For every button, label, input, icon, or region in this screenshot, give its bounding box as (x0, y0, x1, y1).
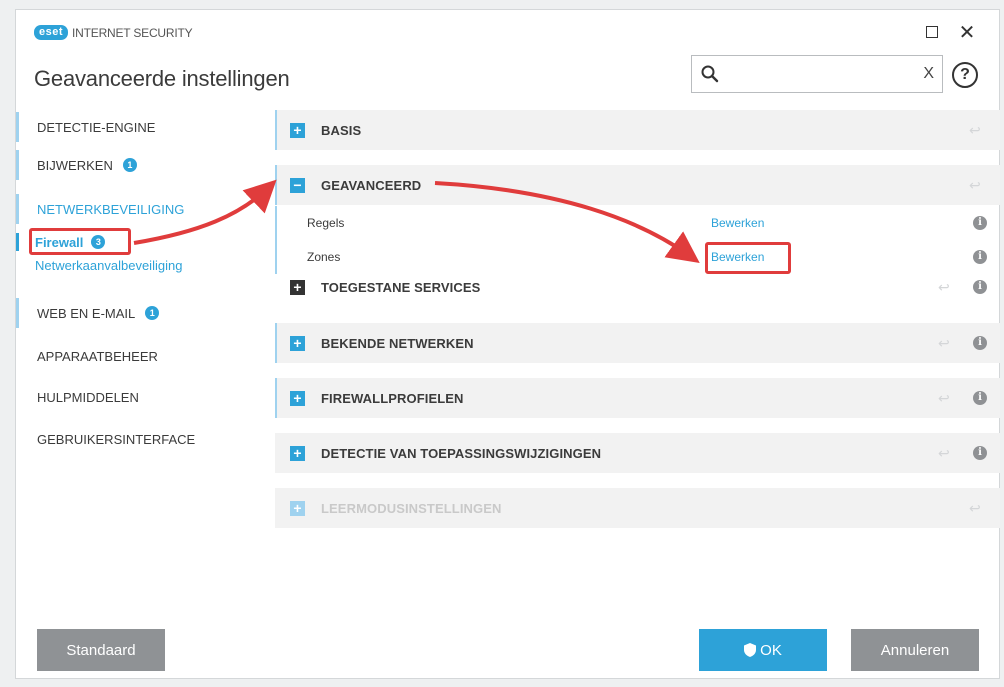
revert-icon[interactable]: ↩ (969, 178, 983, 192)
section-title: BASIS (321, 122, 362, 138)
settings-window: eset INTERNET SECURITY ✕ Geavanceerde in… (15, 9, 1000, 679)
expand-icon: + (290, 500, 305, 516)
search-box[interactable]: X (691, 55, 943, 93)
ok-button[interactable]: OK (699, 629, 827, 671)
sidebar-item-hulpmiddelen[interactable]: HULPMIDDELEN (16, 382, 274, 412)
search-icon (701, 65, 719, 83)
maximize-button[interactable] (920, 20, 944, 44)
expand-icon[interactable]: + (290, 279, 305, 295)
sidebar-item-label: GEBRUIKERSINTERFACE (37, 431, 196, 447)
title-bar: eset INTERNET SECURITY ✕ (16, 10, 999, 54)
sidebar-item-web-en-email[interactable]: WEB EN E-MAIL 1 (16, 298, 274, 328)
annotation-highlight-firewall (29, 228, 131, 255)
revert-icon[interactable]: ↩ (938, 336, 952, 350)
default-button[interactable]: Standaard (37, 629, 165, 671)
settings-content: + BASIS ↩ − GEAVANCEERD ↩ Regels Bewerke… (275, 108, 1001, 528)
sidebar-item-label: HULPMIDDELEN (37, 389, 139, 405)
info-icon[interactable]: i (973, 336, 987, 350)
section-leermodusinstellingen: + LEERMODUSINSTELLINGEN ↩ (275, 488, 1000, 528)
revert-icon[interactable]: ↩ (938, 280, 952, 294)
section-detectie-toepassingswijzigingen[interactable]: + DETECTIE VAN TOEPASSINGSWIJZIGINGEN ↩ … (275, 433, 1000, 473)
info-icon[interactable]: i (973, 446, 987, 460)
revert-icon[interactable]: ↩ (938, 446, 952, 460)
sidebar-item-label: APPARAATBEHEER (37, 348, 158, 364)
sidebar-item-bijwerken[interactable]: BIJWERKEN 1 (16, 150, 274, 180)
close-button[interactable]: ✕ (955, 20, 979, 44)
sidebar-item-label: BIJWERKEN (37, 157, 113, 173)
search-input[interactable] (728, 62, 912, 88)
section-title: GEAVANCEERD (321, 177, 422, 193)
sidebar-item-detectie-engine[interactable]: DETECTIE-ENGINE (16, 112, 274, 142)
logo-badge: eset (34, 25, 69, 40)
edit-link[interactable]: Bewerken (711, 216, 764, 230)
section-title: TOEGESTANE SERVICES (321, 279, 481, 295)
notification-badge: 1 (122, 158, 137, 172)
sidebar-item-netwerkbeveiliging[interactable]: NETWERKBEVEILIGING (16, 194, 274, 224)
section-firewallprofielen[interactable]: + FIREWALLPROFIELEN ↩ i (275, 378, 1000, 418)
setting-row-regels: Regels Bewerken i (275, 206, 1000, 240)
section-title: BEKENDE NETWERKEN (321, 335, 474, 351)
sidebar-item-label: DETECTIE-ENGINE (37, 119, 156, 135)
sidebar-item-label: NETWERKBEVEILIGING (37, 201, 185, 217)
ok-label: OK (760, 641, 782, 659)
expand-icon[interactable]: + (290, 445, 305, 461)
sidebar-item-label: WEB EN E-MAIL (37, 305, 136, 321)
setting-label: Regels (307, 216, 345, 230)
maximize-icon (926, 26, 938, 38)
info-icon[interactable]: i (973, 391, 987, 405)
info-icon[interactable]: i (973, 280, 987, 294)
eset-logo: eset INTERNET SECURITY (34, 25, 193, 40)
sidebar-item-apparaatbeheer[interactable]: APPARAATBEHEER (16, 341, 274, 371)
section-bekende-netwerken[interactable]: + BEKENDE NETWERKEN ↩ i (275, 323, 1000, 363)
shield-icon (744, 643, 757, 657)
revert-icon[interactable]: ↩ (969, 123, 983, 137)
sidebar-item-gebruikersinterface[interactable]: GEBRUIKERSINTERFACE (16, 424, 274, 454)
sidebar-subitem-netwerkaanvalbeveiliging[interactable]: Netwerkaanvalbeveiliging (35, 258, 182, 273)
expand-icon[interactable]: + (290, 390, 305, 406)
section-geavanceerd[interactable]: − GEAVANCEERD ↩ (275, 165, 1000, 205)
revert-icon[interactable]: ↩ (938, 391, 952, 405)
section-basis[interactable]: + BASIS ↩ (275, 110, 1000, 150)
page-title: Geavanceerde instellingen (34, 66, 290, 91)
help-button[interactable]: ? (952, 62, 978, 88)
notification-badge: 1 (145, 306, 160, 320)
section-title: DETECTIE VAN TOEPASSINGSWIJZIGINGEN (321, 445, 602, 461)
cancel-button[interactable]: Annuleren (851, 629, 979, 671)
expand-icon[interactable]: + (290, 335, 305, 351)
section-title: LEERMODUSINSTELLINGEN (321, 500, 502, 516)
section-toegestane-services[interactable]: + TOEGESTANE SERVICES ↩ i (275, 274, 1000, 300)
revert-icon: ↩ (969, 500, 981, 516)
section-title: FIREWALLPROFIELEN (321, 390, 464, 406)
collapse-icon[interactable]: − (290, 177, 305, 193)
setting-row-zones: Zones Bewerken i (275, 240, 1000, 274)
close-icon: ✕ (958, 21, 976, 44)
product-name: INTERNET SECURITY (72, 25, 193, 40)
setting-label: Zones (307, 250, 341, 264)
info-icon[interactable]: i (973, 216, 987, 230)
annotation-highlight-zones-edit (705, 242, 791, 274)
clear-search-icon[interactable]: X (923, 64, 934, 84)
expand-icon[interactable]: + (290, 122, 305, 138)
info-icon[interactable]: i (973, 250, 987, 264)
